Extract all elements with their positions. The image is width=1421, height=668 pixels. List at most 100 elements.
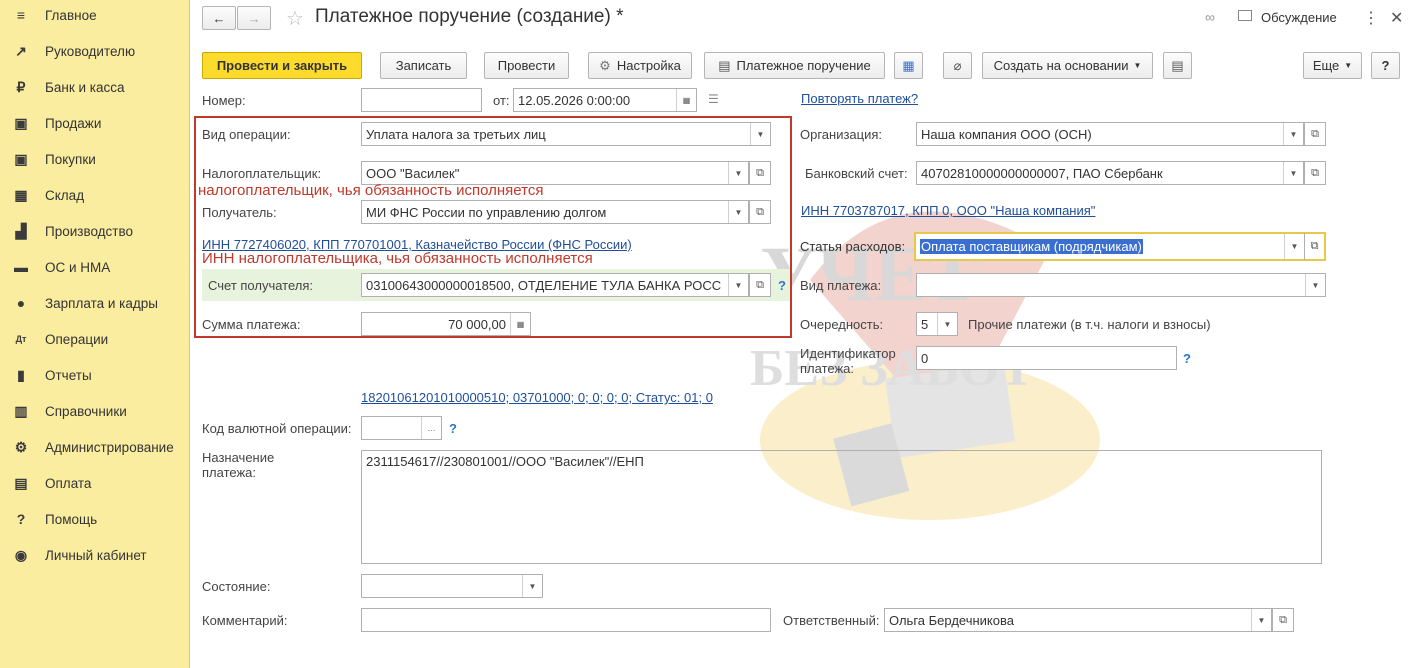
expense-item-field[interactable]: Оплата поставщикам (подрядчикам) ▼ [914, 232, 1306, 261]
calendar-icon[interactable]: ▦ [676, 89, 696, 111]
organization-field[interactable]: Наша компания ООО (ОСН) ▼ [916, 122, 1304, 146]
document-icon: ▤ [1171, 57, 1184, 73]
sidebar-item-label: Руководителю [45, 43, 136, 59]
post-and-close-button[interactable]: Провести и закрыть [202, 52, 362, 79]
chevron-down-icon[interactable]: ▼ [728, 274, 748, 296]
amount-field[interactable]: 70 000,00 ▦ [361, 312, 531, 336]
ellipsis-icon[interactable]: … [421, 417, 441, 439]
chevron-down-icon[interactable]: ▼ [1305, 274, 1325, 296]
sidebar-item-purchases[interactable]: ▣ Покупки [0, 144, 189, 174]
expense-item-value: Оплата поставщикам (подрядчикам) [920, 239, 1143, 254]
payment-purpose-textarea[interactable]: 2311154617//230801001//ООО "Василек"//ЕН… [361, 450, 1322, 564]
sidebar-item-account[interactable]: ◉ Личный кабинет [0, 540, 189, 570]
payment-type-select[interactable]: ▼ [916, 273, 1326, 297]
bank-account-field[interactable]: 40702810000000000007, ПАО Сбербанк ▼ [916, 161, 1304, 185]
recipient-value: МИ ФНС России по управлению долгом [366, 204, 607, 220]
discussion-button[interactable]: Обсуждение [1261, 10, 1337, 25]
bag-icon: ▣ [14, 114, 28, 131]
organization-inn-link[interactable]: ИНН 7703787017, КПП 0, ООО "Наша компани… [801, 203, 1095, 218]
chevron-down-icon[interactable]: ▼ [750, 123, 770, 145]
currency-operation-label: Код валютной операции: [202, 421, 352, 436]
sidebar-item-payment[interactable]: ▤ Оплата [0, 468, 189, 498]
forward-button[interactable]: → [237, 6, 271, 30]
chevron-down-icon[interactable]: ▼ [1251, 609, 1271, 631]
sidebar-item-help[interactable]: ? Помощь [0, 504, 189, 534]
open-organization-button[interactable]: ⧉ [1304, 122, 1326, 146]
open-expense-item-button[interactable]: ⧉ [1304, 232, 1326, 261]
favorite-star-icon[interactable]: ☆ [286, 6, 304, 31]
back-button[interactable]: ← [202, 6, 236, 30]
repeat-payment-link[interactable]: Повторять платеж? [801, 91, 918, 106]
create-based-on-button[interactable]: Создать на основании ▼ [982, 52, 1153, 79]
paperclip-icon: ⌀ [953, 57, 962, 73]
post-button[interactable]: Провести [484, 52, 569, 79]
sidebar-item-director[interactable]: ↗ Руководителю [0, 36, 189, 66]
responsible-field[interactable]: Ольга Бердечникова ▼ [884, 608, 1272, 632]
question-icon: ? [16, 511, 26, 527]
chevron-down-icon[interactable]: ▼ [1283, 162, 1303, 184]
open-icon: ⧉ [756, 205, 764, 218]
organization-value: Наша компания ООО (ОСН) [921, 126, 1092, 142]
operation-type-select[interactable]: Уплата налога за третьих лиц ▼ [361, 122, 771, 146]
currency-help-icon[interactable]: ? [449, 421, 457, 436]
save-button[interactable]: Записать [380, 52, 467, 79]
sidebar-item-warehouse[interactable]: ▦ Склад [0, 180, 189, 210]
open-icon: ⧉ [1310, 240, 1319, 252]
recipient-field[interactable]: МИ ФНС России по управлению долгом ▼ [361, 200, 749, 224]
tax-details-link[interactable]: 18201061201010000510; 03701000; 0; 0; 0;… [361, 390, 713, 405]
taxpayer-label: Налогоплательщик: [202, 166, 322, 181]
open-bank-account-button[interactable]: ⧉ [1304, 161, 1326, 185]
attach-button[interactable]: ⌀ [943, 52, 972, 79]
sidebar-item-reports[interactable]: ▮ Отчеты [0, 360, 189, 390]
comment-field[interactable] [361, 608, 771, 632]
sidebar-item-label: Производство [45, 223, 134, 239]
chevron-down-icon[interactable]: ▼ [1284, 234, 1304, 259]
sidebar-item-admin[interactable]: ⚙ Администрирование [0, 432, 189, 462]
sidebar-item-production[interactable]: ▟ Производство [0, 216, 189, 246]
state-select[interactable]: ▼ [361, 574, 543, 598]
close-icon[interactable]: ✕ [1390, 8, 1403, 28]
payment-id-field[interactable]: 0 [916, 346, 1177, 370]
sidebar-item-operations[interactable]: Дт Операции [0, 324, 189, 354]
responsible-label: Ответственный: [783, 613, 880, 628]
sidebar-item-bank[interactable]: ₽ Банк и касса [0, 72, 189, 102]
more-button[interactable]: Еще ▼ [1303, 52, 1362, 79]
report-button[interactable]: ▤ [1163, 52, 1192, 79]
chevron-down-icon[interactable]: ▼ [937, 313, 957, 335]
open-icon: ⧉ [756, 166, 764, 179]
expense-item-label: Статья расходов: [800, 239, 906, 254]
structure-button[interactable]: ▦ [894, 52, 923, 79]
priority-select[interactable]: 5 ▼ [916, 312, 958, 336]
date-field[interactable]: 12.05.2026 0:00:00 ▦ [513, 88, 697, 112]
account-icon: ◉ [14, 546, 28, 563]
page-title: Платежное поручение (создание) * [315, 6, 624, 27]
responsible-value: Ольга Бердечникова [889, 612, 1014, 628]
recipient-account-help-icon[interactable]: ? [778, 278, 786, 293]
recipient-account-field[interactable]: 03100643000000018500, ОТДЕЛЕНИЕ ТУЛА БАН… [361, 273, 749, 297]
help-button[interactable]: ? [1371, 52, 1400, 79]
sidebar-item-main[interactable]: ≡ Главное [0, 0, 189, 30]
sidebar-item-sales[interactable]: ▣ Продажи [0, 108, 189, 138]
chevron-down-icon[interactable]: ▼ [522, 575, 542, 597]
open-recipient-button[interactable]: ⧉ [749, 200, 771, 224]
sidebar-item-catalogs[interactable]: ▥ Справочники [0, 396, 189, 426]
chevron-down-icon[interactable]: ▼ [728, 201, 748, 223]
sidebar-item-fixed-assets[interactable]: ▬ ОС и НМА [0, 252, 189, 282]
open-recipient-account-button[interactable]: ⧉ [749, 273, 771, 297]
chevron-down-icon[interactable]: ▼ [728, 162, 748, 184]
number-field[interactable] [361, 88, 482, 112]
sidebar-item-payroll[interactable]: ● Зарплата и кадры [0, 288, 189, 318]
list-icon[interactable]: ☰ [708, 92, 719, 106]
calculator-icon[interactable]: ▦ [510, 313, 530, 335]
payment-id-help-icon[interactable]: ? [1183, 351, 1191, 366]
settings-button[interactable]: ⚙ Настройка [588, 52, 692, 79]
currency-operation-field[interactable]: … [361, 416, 442, 440]
chevron-down-icon[interactable]: ▼ [1283, 123, 1303, 145]
more-icon[interactable]: ⋮ [1363, 8, 1379, 28]
sidebar-item-label: Оплата [45, 475, 92, 491]
print-payment-order-button[interactable]: ▤ Платежное поручение [704, 52, 885, 79]
sidebar-item-label: Личный кабинет [45, 547, 147, 563]
link-icon[interactable]: ∞ [1205, 9, 1215, 25]
open-taxpayer-button[interactable]: ⧉ [749, 161, 771, 185]
open-responsible-button[interactable]: ⧉ [1272, 608, 1294, 632]
